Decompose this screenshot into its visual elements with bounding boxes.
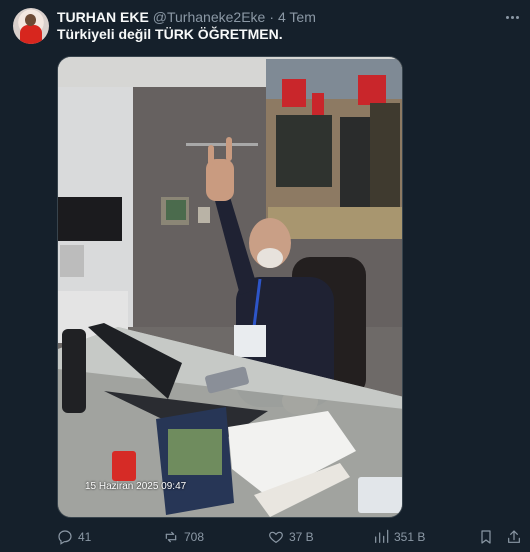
reply-icon bbox=[57, 529, 73, 545]
views-icon bbox=[373, 529, 389, 545]
author-name[interactable]: TURHAN EKE bbox=[57, 9, 149, 25]
separator-dot: · bbox=[269, 9, 274, 25]
views-count: 351 B bbox=[394, 530, 426, 544]
share-icon bbox=[506, 529, 522, 545]
photo-scene bbox=[58, 57, 402, 517]
photo-timestamp: 15 Haziran 2025 09:47 bbox=[85, 481, 187, 492]
views-button[interactable]: 351 B bbox=[373, 528, 425, 546]
bookmark-icon bbox=[478, 529, 494, 545]
avatar[interactable] bbox=[13, 8, 49, 44]
like-count: 37 B bbox=[289, 530, 314, 544]
action-bar: 41 708 37 B 351 B bbox=[57, 528, 522, 546]
more-icon[interactable] bbox=[503, 9, 521, 25]
author-handle[interactable]: @Turhaneke2Eke bbox=[153, 9, 266, 25]
tweet[interactable]: TURHAN EKE @Turhaneke2Eke · 4 Tem Türkiy… bbox=[0, 0, 530, 552]
tweet-photo[interactable]: 15 Haziran 2025 09:47 bbox=[57, 56, 403, 518]
reply-button[interactable]: 41 bbox=[57, 528, 91, 546]
tweet-time[interactable]: 4 Tem bbox=[278, 9, 316, 25]
tweet-text: Türkiyeli değil TÜRK ÖĞRETMEN. bbox=[57, 26, 283, 42]
reply-count: 41 bbox=[78, 530, 92, 544]
like-icon bbox=[268, 529, 284, 545]
repost-icon bbox=[163, 529, 179, 545]
share-button[interactable] bbox=[506, 528, 522, 546]
repost-button[interactable]: 708 bbox=[163, 528, 204, 546]
repost-count: 708 bbox=[184, 530, 205, 544]
like-button[interactable]: 37 B bbox=[268, 528, 314, 546]
tweet-header: TURHAN EKE @Turhaneke2Eke · 4 Tem bbox=[57, 8, 316, 26]
bookmark-button[interactable] bbox=[478, 528, 494, 546]
wall-painting bbox=[266, 59, 402, 239]
